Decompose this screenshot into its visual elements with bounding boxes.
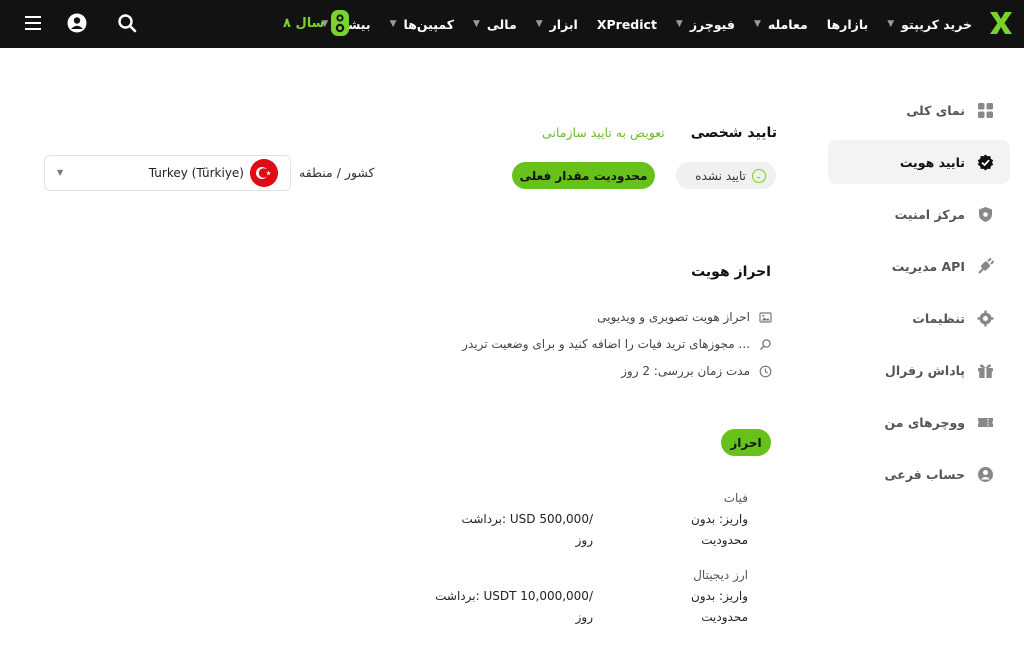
feature-text: مدت زمان بررسی: 2 روز (621, 364, 750, 378)
chevron-down-icon: ▼ (535, 19, 543, 29)
limit-category: فیات (723, 491, 748, 505)
status-badge: تایید نشده (676, 162, 776, 189)
nav-item-label: ابزار (549, 16, 578, 32)
sidebar-item[interactable]: تنظیمات (828, 292, 1010, 344)
nav-item[interactable]: کمپین‌ها ▼ (390, 17, 454, 32)
nav-item[interactable]: معامله ▼ (754, 17, 808, 32)
ticket-icon (978, 417, 993, 427)
search-icon (760, 338, 771, 350)
nav-item[interactable]: فیوچرز ▼ (676, 17, 735, 32)
sidebar-item[interactable]: ووچرهای من (828, 396, 1010, 448)
deposit-limit: واریز: بدون (691, 589, 748, 603)
nav-item-label: خرید کریپتو (901, 16, 972, 32)
sidebar-item[interactable]: نمای کلی (828, 84, 1010, 136)
account-icon[interactable] (66, 12, 88, 34)
anniversary-eight-icon (331, 10, 350, 36)
settings-sidebar: نمای کلی تایید هویت مرکز امنیت مدیریت API تن… (828, 84, 1010, 500)
chevron-down-icon: ▼ (57, 168, 64, 177)
plug-icon (978, 257, 994, 274)
sidebar-item[interactable]: مرکز امنیت (828, 188, 1010, 240)
sidebar-item-label: پاداش رفرال (885, 362, 965, 378)
sidebar-item[interactable]: پاداش رفرال (828, 344, 1010, 396)
withdraw-limit-cont: روز (575, 533, 593, 547)
status-text: تایید نشده (695, 168, 746, 183)
nav-item[interactable]: مالی ▼ (473, 17, 517, 32)
brand-logo[interactable] (988, 10, 1014, 36)
feature-item: مجوزهای ترید فیات را اضافه کنید و برای و… (462, 337, 772, 351)
top-navbar: خرید کریپتو ▼ بازارها معامله ▼ فیوچرز ▼ XPredic… (0, 0, 1024, 48)
clock-icon (759, 365, 772, 377)
chevron-down-icon: ▼ (887, 19, 895, 29)
withdraw-limit-cont: روز (575, 610, 593, 624)
nav-item-label: XPredict (596, 16, 657, 32)
search-icon[interactable] (116, 12, 138, 34)
switch-to-institutional-link[interactable]: تعویض به تایید سازمانی (542, 125, 665, 140)
sidebar-item-label: حساب فرعی (884, 466, 965, 482)
chevron-down-icon: ▼ (753, 19, 761, 29)
anniversary-badge[interactable]: ۸ سال (283, 8, 350, 38)
sidebar-item[interactable]: مدیریت API (828, 240, 1010, 292)
nav-item-label: بازارها (826, 16, 869, 32)
anniversary-text: ۸ سال (283, 15, 325, 31)
verification-tabs: تایید شخصی تعویض به تایید سازمانی (542, 125, 777, 141)
grid-icon (978, 102, 993, 118)
sidebar-item-label: ووچرهای من (884, 414, 965, 430)
withdraw-limit: برداشت: USD 500,000/ (461, 512, 593, 526)
limit-category: ارز دیجیتال (693, 568, 748, 582)
sidebar-item-label: نمای کلی (906, 102, 965, 118)
nav-item[interactable]: خرید کریپتو ▼ (887, 17, 972, 32)
nav-item-label: کمپین‌ها (403, 16, 454, 32)
country-select[interactable]: Turkey (Türkiye) ▼ (44, 155, 291, 191)
shield-icon (979, 206, 992, 222)
deposit-limit: واریز: بدون (691, 512, 748, 526)
turkey-flag-icon (250, 159, 278, 187)
withdraw-limit: برداشت: USDT 10,000,000/ (435, 589, 593, 603)
user-circle-icon (978, 466, 993, 482)
verify-button[interactable]: احراز (721, 429, 771, 456)
gift-icon (978, 363, 993, 378)
nav-item[interactable]: XPredict (597, 17, 657, 32)
nav-item-label: معامله (767, 16, 808, 32)
main-nav: خرید کریپتو ▼ بازارها معامله ▼ فیوچرز ▼ XPredic… (302, 0, 972, 48)
status-check-icon (752, 168, 766, 183)
gear-icon (977, 310, 994, 326)
image-icon (759, 311, 772, 323)
nav-item-label: مالی (486, 16, 517, 32)
current-limits-button[interactable]: محدودیت مقدار فعلی (512, 162, 655, 189)
sidebar-item-label: تایید هویت (899, 154, 965, 170)
feature-item: مدت زمان بررسی: 2 روز (621, 364, 772, 378)
chevron-down-icon: ▼ (472, 19, 480, 29)
country-label: کشور / منطقه (299, 165, 375, 180)
sidebar-item[interactable]: حساب فرعی (828, 448, 1010, 500)
identity-verification-title: احراز هویت (691, 264, 771, 280)
sidebar-item-label: مدیریت API (891, 258, 965, 274)
tab-personal-verification[interactable]: تایید شخصی (691, 125, 777, 141)
menu-icon[interactable] (22, 12, 44, 34)
deposit-limit-cont: محدودیت (701, 533, 748, 547)
sidebar-item-label: تنظیمات (912, 310, 965, 326)
nav-item[interactable]: بازارها (827, 17, 868, 32)
chevron-down-icon: ▼ (389, 19, 397, 29)
feature-item: احراز هویت تصویری و ویدیویی (597, 310, 772, 324)
nav-item[interactable]: ابزار ▼ (536, 17, 578, 32)
feature-text: مجوزهای ترید فیات را اضافه کنید و برای و… (462, 337, 750, 351)
country-value: Turkey (Türkiye) (148, 166, 244, 180)
feature-text: احراز هویت تصویری و ویدیویی (597, 310, 750, 324)
chevron-down-icon: ▼ (675, 19, 683, 29)
sidebar-item[interactable]: تایید هویت (828, 140, 1010, 184)
deposit-limit-cont: محدودیت (701, 610, 748, 624)
verified-badge-icon (977, 154, 994, 170)
sidebar-item-label: مرکز امنیت (894, 206, 965, 222)
nav-item-label: فیوچرز (689, 16, 735, 32)
